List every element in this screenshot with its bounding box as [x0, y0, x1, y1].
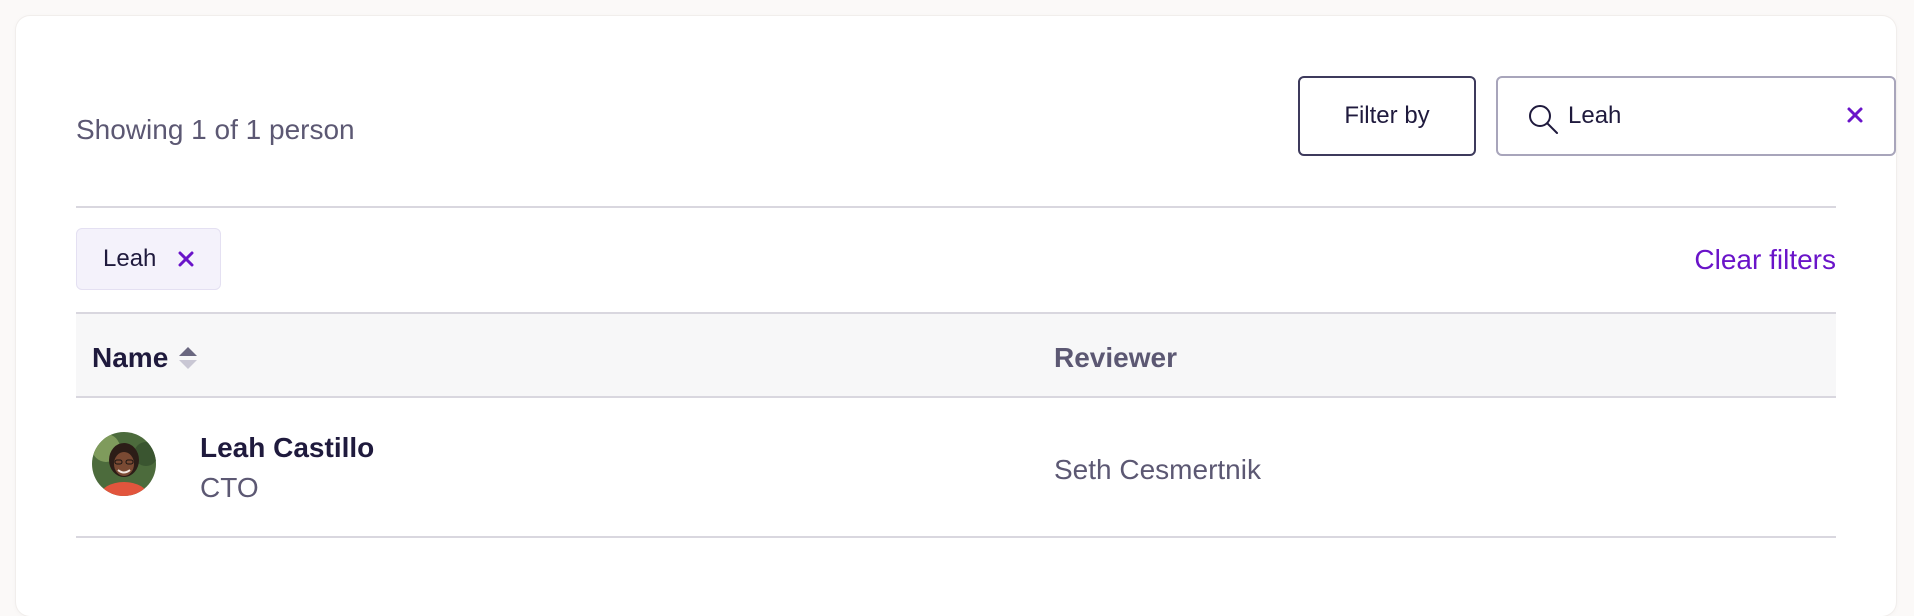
search-field[interactable]: [1496, 76, 1896, 156]
column-header-reviewer: Reviewer: [1054, 342, 1177, 373]
filter-by-button[interactable]: Filter by: [1298, 76, 1476, 156]
reviewer-name: Seth Cesmertnik: [1054, 454, 1261, 485]
search-input[interactable]: [1568, 102, 1818, 130]
filter-chip: Leah: [76, 228, 222, 290]
person-title: CTO: [200, 472, 259, 503]
divider: [76, 206, 1836, 208]
avatar: [92, 432, 156, 496]
table-header: Name Reviewer: [76, 312, 1836, 398]
results-count: Showing 1 of 1 person: [76, 114, 355, 145]
filter-chip-label: Leah: [103, 245, 157, 272]
people-list-card: Showing 1 of 1 person Filter by Leah Cle…: [16, 16, 1896, 616]
person-name-link[interactable]: Leah Castillo: [200, 432, 374, 464]
column-header-name[interactable]: Name: [92, 342, 198, 374]
search-icon: [1529, 105, 1558, 134]
close-icon[interactable]: [176, 249, 196, 269]
table-row: Leah Castillo CTO Seth Cesmertnik: [76, 398, 1836, 538]
clear-filters-link[interactable]: Clear filters: [1694, 244, 1836, 276]
person-photo-icon: [92, 432, 156, 496]
column-header-name-label: Name: [92, 342, 169, 373]
sort-icon: [179, 347, 198, 369]
close-icon[interactable]: [1842, 102, 1868, 128]
